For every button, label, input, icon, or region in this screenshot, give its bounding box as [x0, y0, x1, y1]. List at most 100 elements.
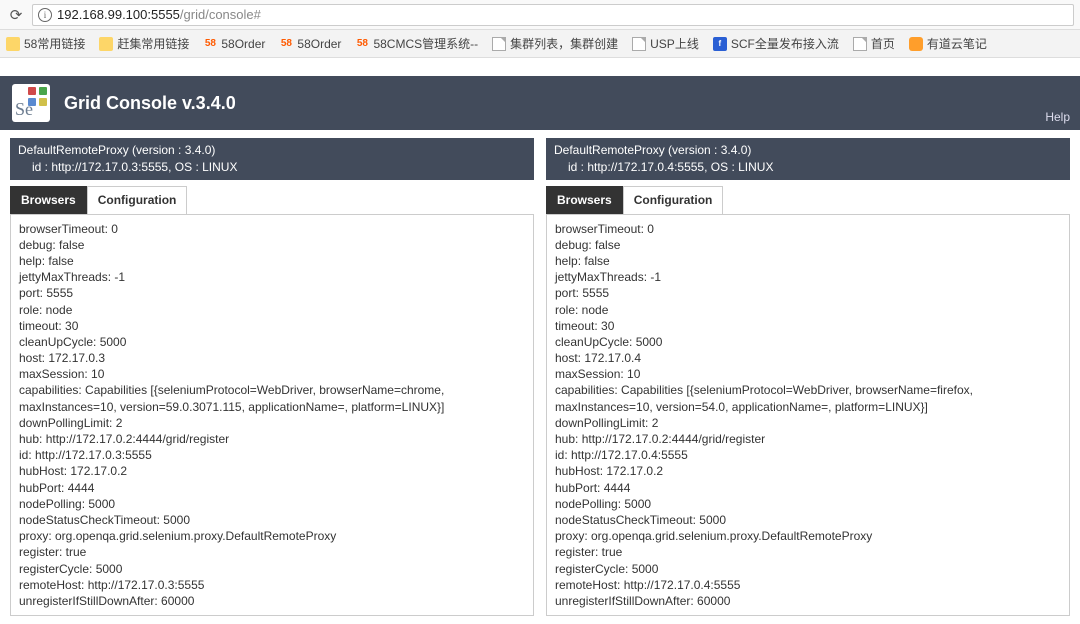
- config-row: downPollingLimit: 2: [555, 415, 1061, 431]
- selenium-logo-icon: Se: [12, 84, 50, 122]
- config-row: timeout: 30: [555, 318, 1061, 334]
- config-row: proxy: org.openqa.grid.selenium.proxy.De…: [19, 528, 525, 544]
- tabs: BrowsersConfiguration: [546, 186, 1070, 214]
- 58-icon: 58: [279, 37, 293, 51]
- config-row: role: node: [555, 302, 1061, 318]
- config-row: role: node: [19, 302, 525, 318]
- proxy-title: DefaultRemoteProxy (version : 3.4.0): [554, 142, 1062, 159]
- configuration-body: browserTimeout: 0debug: falsehelp: false…: [546, 214, 1070, 617]
- config-row: register: true: [555, 544, 1061, 560]
- bookmark-item[interactable]: 有道云笔记: [909, 35, 987, 52]
- browser-url-bar: ⟳ i 192.168.99.100:5555/grid/console#: [0, 0, 1080, 30]
- bookmark-label: 赶集常用链接: [117, 35, 189, 52]
- bookmark-item[interactable]: 58 58Order: [279, 37, 341, 51]
- config-row: jettyMaxThreads: -1: [19, 269, 525, 285]
- config-row: host: 172.17.0.4: [555, 350, 1061, 366]
- bookmark-item[interactable]: 58常用链接: [6, 35, 85, 52]
- config-row: capabilities: Capabilities [{seleniumPro…: [555, 382, 1061, 414]
- config-row: hubPort: 4444: [19, 480, 525, 496]
- bookmark-item[interactable]: 集群列表，集群创建: [492, 35, 618, 52]
- folder-icon: [99, 37, 113, 51]
- bookmark-label: 首页: [871, 35, 895, 52]
- config-row: browserTimeout: 0: [555, 221, 1061, 237]
- config-row: port: 5555: [555, 285, 1061, 301]
- page-icon: [853, 37, 867, 51]
- tab-browsers[interactable]: Browsers: [546, 186, 623, 214]
- config-row: hubHost: 172.17.0.2: [555, 463, 1061, 479]
- bookmark-item[interactable]: 赶集常用链接: [99, 35, 189, 52]
- folder-icon: [6, 37, 20, 51]
- proxy-id-line: id : http://172.17.0.3:5555, OS : LINUX: [18, 159, 526, 176]
- tabs: BrowsersConfiguration: [10, 186, 534, 214]
- proxy-panels: DefaultRemoteProxy (version : 3.4.0)id :…: [0, 130, 1080, 624]
- config-row: id: http://172.17.0.4:5555: [555, 447, 1061, 463]
- config-row: help: false: [19, 253, 525, 269]
- 58-icon: 58: [203, 37, 217, 51]
- config-row: proxy: org.openqa.grid.selenium.proxy.De…: [555, 528, 1061, 544]
- config-row: nodeStatusCheckTimeout: 5000: [19, 512, 525, 528]
- config-row: hub: http://172.17.0.2:4444/grid/registe…: [19, 431, 525, 447]
- url-input[interactable]: i 192.168.99.100:5555/grid/console#: [32, 4, 1074, 26]
- config-row: registerCycle: 5000: [19, 561, 525, 577]
- proxy-panel: DefaultRemoteProxy (version : 3.4.0)id :…: [546, 138, 1070, 616]
- url-text: 192.168.99.100:5555/grid/console#: [57, 7, 261, 22]
- app-icon: f: [713, 37, 727, 51]
- bookmark-label: 58Order: [297, 37, 341, 51]
- page-title: Grid Console v.3.4.0: [64, 93, 236, 114]
- info-icon[interactable]: i: [38, 8, 52, 22]
- config-row: nodeStatusCheckTimeout: 5000: [555, 512, 1061, 528]
- bookmark-item[interactable]: 首页: [853, 35, 895, 52]
- page-icon: [632, 37, 646, 51]
- config-row: register: true: [19, 544, 525, 560]
- page-header: Se Grid Console v.3.4.0 Help: [0, 76, 1080, 130]
- proxy-header: DefaultRemoteProxy (version : 3.4.0)id :…: [546, 138, 1070, 180]
- proxy-header: DefaultRemoteProxy (version : 3.4.0)id :…: [10, 138, 534, 180]
- config-row: nodePolling: 5000: [19, 496, 525, 512]
- config-row: help: false: [555, 253, 1061, 269]
- config-row: browserTimeout: 0: [19, 221, 525, 237]
- bookmark-item[interactable]: USP上线: [632, 35, 699, 52]
- config-row: nodePolling: 5000: [555, 496, 1061, 512]
- bookmarks-bar: 58常用链接 赶集常用链接 58 58Order 58 58Order 58 58CMCS管理…: [0, 30, 1080, 58]
- 58-icon: 58: [355, 37, 369, 51]
- bookmark-item[interactable]: fSCF全量发布接入流: [713, 35, 839, 52]
- config-row: unregisterIfStillDownAfter: 60000: [555, 593, 1061, 609]
- config-row: cleanUpCycle: 5000: [555, 334, 1061, 350]
- config-row: hub: http://172.17.0.2:4444/grid/registe…: [555, 431, 1061, 447]
- config-row: unregisterIfStillDownAfter: 60000: [19, 593, 525, 609]
- bookmark-label: 集群列表，集群创建: [510, 35, 618, 52]
- config-row: hubHost: 172.17.0.2: [19, 463, 525, 479]
- config-row: timeout: 30: [19, 318, 525, 334]
- tab-browsers[interactable]: Browsers: [10, 186, 87, 214]
- config-row: debug: false: [19, 237, 525, 253]
- tab-configuration[interactable]: Configuration: [623, 186, 724, 214]
- proxy-id-line: id : http://172.17.0.4:5555, OS : LINUX: [554, 159, 1062, 176]
- help-link[interactable]: Help: [1045, 110, 1070, 124]
- configuration-body: browserTimeout: 0debug: falsehelp: false…: [10, 214, 534, 617]
- bookmark-label: 有道云笔记: [927, 35, 987, 52]
- config-row: id: http://172.17.0.3:5555: [19, 447, 525, 463]
- bookmark-item[interactable]: 58 58CMCS管理系统--: [355, 35, 478, 52]
- config-row: jettyMaxThreads: -1: [555, 269, 1061, 285]
- config-row: registerCycle: 5000: [555, 561, 1061, 577]
- config-row: maxSession: 10: [555, 366, 1061, 382]
- config-row: remoteHost: http://172.17.0.4:5555: [555, 577, 1061, 593]
- config-row: cleanUpCycle: 5000: [19, 334, 525, 350]
- proxy-title: DefaultRemoteProxy (version : 3.4.0): [18, 142, 526, 159]
- config-row: maxSession: 10: [19, 366, 525, 382]
- config-row: debug: false: [555, 237, 1061, 253]
- tab-configuration[interactable]: Configuration: [87, 186, 188, 214]
- config-row: downPollingLimit: 2: [19, 415, 525, 431]
- config-row: hubPort: 4444: [555, 480, 1061, 496]
- bookmark-label: USP上线: [650, 35, 699, 52]
- config-row: host: 172.17.0.3: [19, 350, 525, 366]
- youdao-icon: [909, 37, 923, 51]
- bookmark-label: 58CMCS管理系统--: [373, 35, 478, 52]
- config-row: port: 5555: [19, 285, 525, 301]
- reload-button[interactable]: ⟳: [6, 5, 26, 25]
- config-row: capabilities: Capabilities [{seleniumPro…: [19, 382, 525, 414]
- bookmark-label: 58Order: [221, 37, 265, 51]
- config-row: remoteHost: http://172.17.0.3:5555: [19, 577, 525, 593]
- bookmark-item[interactable]: 58 58Order: [203, 37, 265, 51]
- bookmark-label: 58常用链接: [24, 35, 85, 52]
